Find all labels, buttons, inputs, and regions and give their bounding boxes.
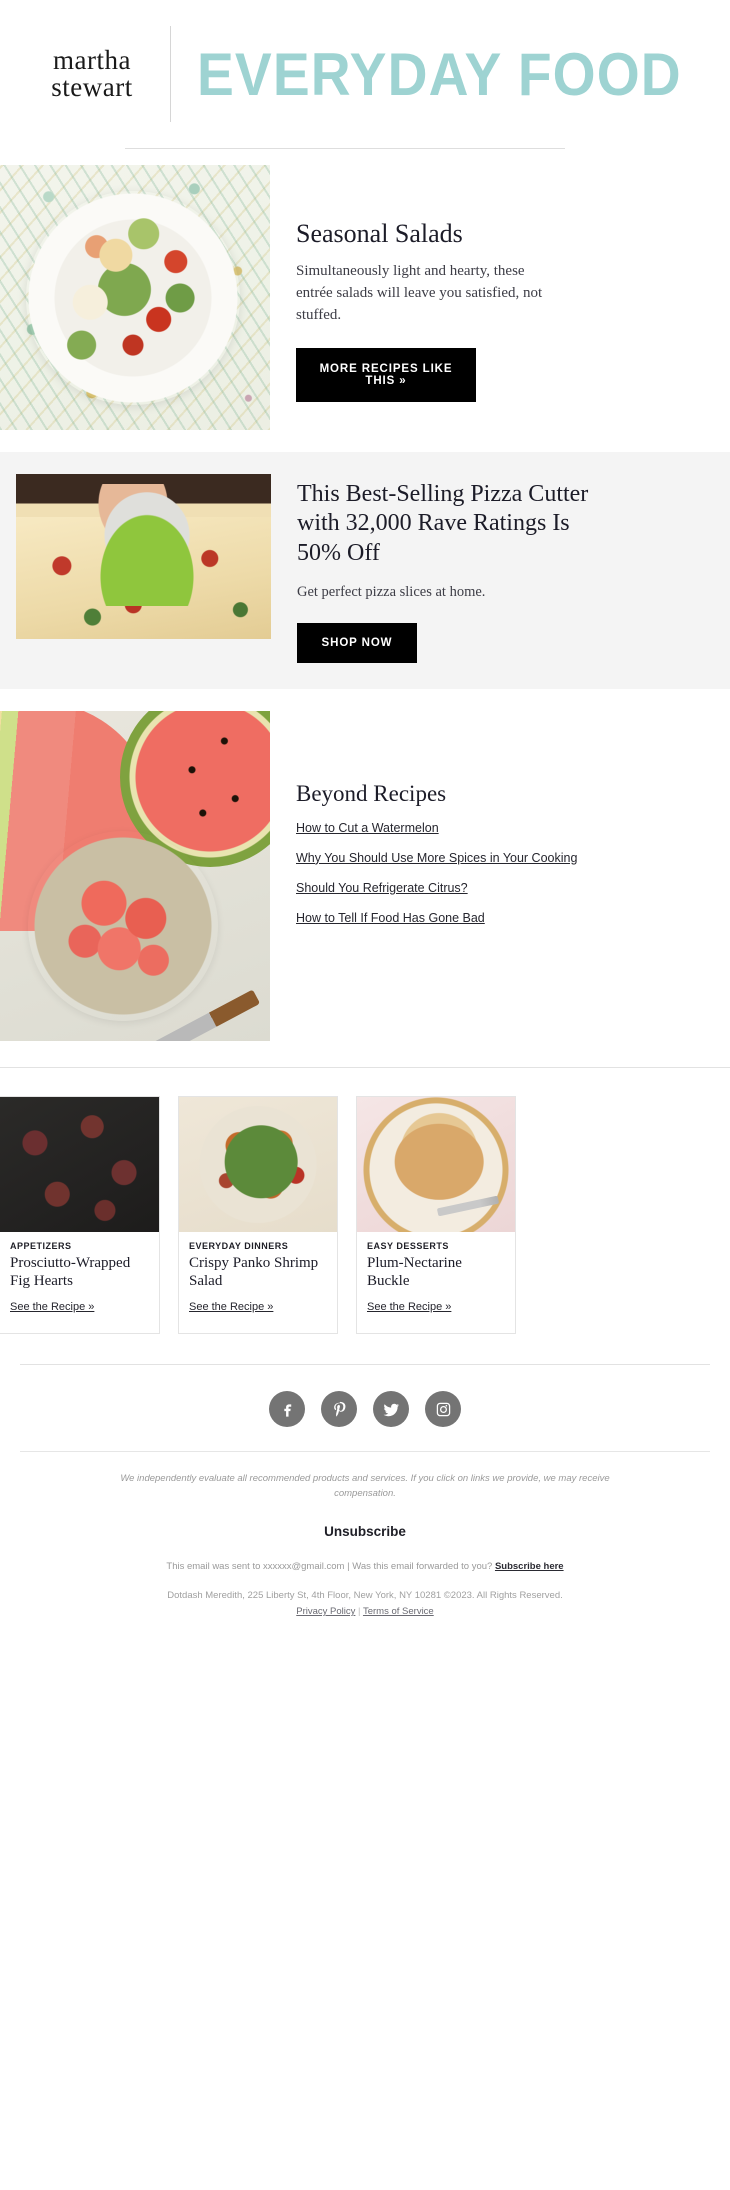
recipe-card-title: Crispy Panko Shrimp Salad: [189, 1254, 319, 1290]
logo-line-one: martha: [53, 45, 131, 75]
affiliate-disclaimer: We independently evaluate all recommende…: [120, 1473, 610, 1500]
recipe-card-title: Plum-Nectarine Buckle: [367, 1254, 462, 1290]
fig-hearts-photo-art: [0, 1096, 159, 1232]
beyond-link-3[interactable]: Should You Refrigerate Citrus?: [296, 881, 716, 895]
beyond-link-1[interactable]: How to Cut a Watermelon: [296, 821, 716, 835]
plum-buckle-photo-art: [357, 1096, 515, 1232]
recipe-card-body: APPETIZERS Prosciutto-Wrapped Fig Hearts…: [0, 1232, 159, 1334]
facebook-icon[interactable]: [269, 1391, 305, 1428]
recipe-card-kicker: EVERYDAY DINNERS: [189, 1240, 289, 1251]
social-links: [0, 1365, 730, 1451]
subscribe-here-link[interactable]: Subscribe here: [495, 1561, 564, 1572]
watermelon-plate-art: [28, 830, 218, 1021]
shop-now-button[interactable]: SHOP NOW: [297, 622, 417, 663]
pizza-promo-title: This Best-Selling Pizza Cutter with 32,0…: [297, 481, 589, 566]
sent-line-separator: |: [347, 1560, 350, 1572]
more-recipes-button[interactable]: MORE RECIPES LIKE THIS »: [296, 348, 476, 403]
terms-of-service-link[interactable]: Terms of Service: [363, 1606, 434, 1617]
instagram-icon[interactable]: [425, 1391, 461, 1428]
copyright-line: Dotdash Meredith, 225 Liberty St, 4th Fl…: [167, 1589, 563, 1601]
beyond-recipes-link-list: How to Cut a Watermelon Why You Should U…: [296, 821, 716, 925]
recipe-card-kicker: APPETIZERS: [10, 1240, 72, 1251]
recipe-card-title: Prosciutto-Wrapped Fig Hearts: [10, 1254, 131, 1290]
legal-block: Dotdash Meredith, 225 Liberty St, 4th Fl…: [60, 1588, 670, 1620]
unsubscribe-link[interactable]: Unsubscribe: [324, 1524, 406, 1539]
seasonal-salads-text: Seasonal Salads Simultaneously light and…: [270, 165, 730, 403]
legal-links: Privacy Policy | Terms of Service: [60, 1604, 670, 1620]
pizza-cutter-image[interactable]: [16, 474, 271, 639]
see-the-recipe-link[interactable]: See the Recipe »: [367, 1301, 451, 1313]
privacy-policy-link[interactable]: Privacy Policy: [296, 1606, 355, 1617]
recipe-card-image[interactable]: [179, 1096, 337, 1232]
recipe-card-image[interactable]: [0, 1096, 159, 1232]
header-divider: [170, 26, 171, 122]
pizza-promo-text: This Best-Selling Pizza Cutter with 32,0…: [271, 474, 711, 663]
watermelon-image[interactable]: [0, 710, 270, 1041]
section-seasonal-salads: Seasonal Salads Simultaneously light and…: [0, 165, 730, 430]
beyond-link-2[interactable]: Why You Should Use More Spices in Your C…: [296, 851, 716, 865]
recipe-card[interactable]: EVERYDAY DINNERS Crispy Panko Shrimp Sal…: [178, 1095, 338, 1335]
seasonal-salads-description: Simultaneously light and hearty, these e…: [296, 263, 543, 323]
beyond-link-4[interactable]: How to Tell If Food Has Gone Bad: [296, 911, 716, 925]
martha-stewart-logo: martha stewart: [22, 47, 162, 101]
beyond-recipes-title: Beyond Recipes: [296, 780, 447, 806]
twitter-icon[interactable]: [373, 1391, 409, 1428]
shrimp-salad-photo-art: [179, 1096, 337, 1232]
legal-separator: |: [358, 1605, 361, 1617]
recipe-card-body: EVERYDAY DINNERS Crispy Panko Shrimp Sal…: [179, 1232, 337, 1334]
see-the-recipe-link[interactable]: See the Recipe »: [189, 1301, 273, 1313]
header-rule: [125, 148, 565, 149]
logo-line-two: stewart: [51, 72, 133, 102]
seasonal-salad-image[interactable]: [0, 165, 270, 430]
email-header: martha stewart EVERYDAY FOOD: [0, 0, 730, 148]
recipe-card[interactable]: APPETIZERS Prosciutto-Wrapped Fig Hearts…: [0, 1095, 160, 1335]
sent-to-line: This email was sent to xxxxxx@gmail.com …: [60, 1561, 670, 1572]
recipe-card[interactable]: EASY DESSERTS Plum-Nectarine Buckle See …: [356, 1095, 516, 1335]
sent-to-address: This email was sent to xxxxxx@gmail.com: [166, 1560, 345, 1572]
forwarded-question: Was this email forwarded to you?: [352, 1560, 493, 1572]
pinterest-icon[interactable]: [321, 1391, 357, 1428]
masthead-title: EVERYDAY FOOD: [197, 40, 682, 108]
email-footer: We independently evaluate all recommende…: [0, 1452, 730, 1620]
section-beyond-recipes: Beyond Recipes How to Cut a Watermelon W…: [0, 710, 730, 1041]
recipe-card-grid: APPETIZERS Prosciutto-Wrapped Fig Hearts…: [0, 1068, 730, 1335]
pizza-promo-description: Get perfect pizza slices at home.: [297, 583, 486, 600]
recipe-card-image[interactable]: [357, 1096, 515, 1232]
see-the-recipe-link[interactable]: See the Recipe »: [10, 1301, 94, 1313]
seasonal-salads-title: Seasonal Salads: [296, 219, 463, 248]
section-pizza-cutter-promo: This Best-Selling Pizza Cutter with 32,0…: [0, 452, 730, 689]
salad-photo-art: [0, 165, 270, 430]
beyond-recipes-text: Beyond Recipes How to Cut a Watermelon W…: [270, 711, 730, 941]
pizza-photo-art: [16, 474, 271, 639]
recipe-card-kicker: EASY DESSERTS: [367, 1240, 449, 1251]
recipe-card-body: EASY DESSERTS Plum-Nectarine Buckle See …: [357, 1232, 515, 1334]
